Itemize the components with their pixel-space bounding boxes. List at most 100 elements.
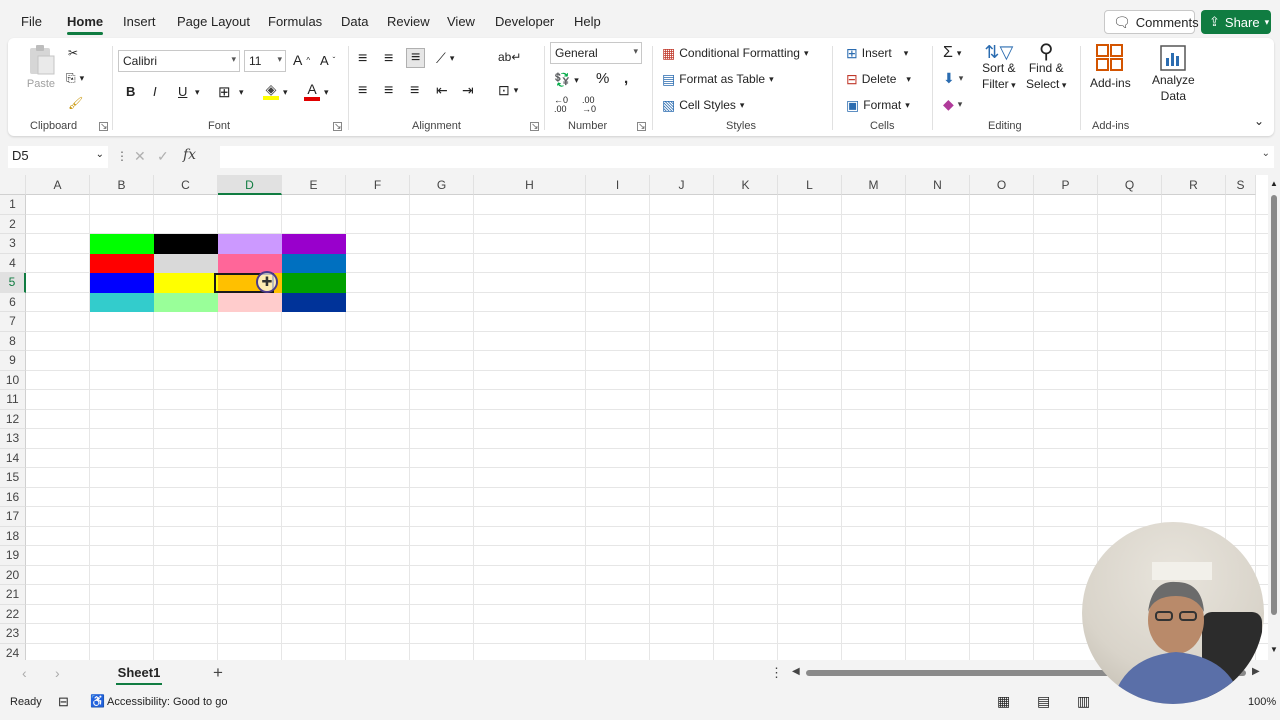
cell-e5[interactable] <box>282 273 346 293</box>
more-options-icon[interactable]: ⋮ <box>770 665 783 681</box>
row-header-13[interactable]: 13 <box>0 429 26 449</box>
insert-function-icon[interactable]: fx <box>183 147 196 163</box>
chevron-down-icon[interactable]: ▾ <box>195 87 200 98</box>
row-header-3[interactable]: 3 <box>0 234 26 254</box>
row-header-11[interactable]: 11 <box>0 390 26 410</box>
row-header-10[interactable]: 10 <box>0 370 26 390</box>
column-header-e[interactable]: E <box>282 175 346 195</box>
cell-e3[interactable] <box>282 234 346 254</box>
zoom-level[interactable]: 100% <box>1248 696 1276 708</box>
tab-insert[interactable]: Insert <box>123 14 156 29</box>
vertical-scrollbar[interactable]: ▲ ▼ <box>1268 175 1280 660</box>
tab-view[interactable]: View <box>447 14 475 29</box>
column-header-i[interactable]: I <box>586 175 650 195</box>
comments-button[interactable]: 🗨 Comments <box>1104 10 1199 34</box>
merge-center-icon[interactable]: ⊡ ▾ <box>498 82 518 99</box>
scroll-down-icon[interactable]: ▼ <box>1270 645 1278 654</box>
chevron-down-icon[interactable]: ▾ <box>324 87 329 98</box>
tab-page-layout[interactable]: Page Layout <box>177 14 250 29</box>
tab-formulas[interactable]: Formulas <box>268 14 322 29</box>
align-top-icon[interactable]: ≡ <box>358 50 367 68</box>
column-header-c[interactable]: C <box>154 175 218 195</box>
paste-button[interactable]: Paste <box>26 44 56 90</box>
copy-icon[interactable]: ⎘ ▾ <box>66 71 84 86</box>
increase-decimal-icon[interactable]: ←0.00 <box>554 96 568 114</box>
column-header-s[interactable]: S <box>1226 175 1256 195</box>
decrease-decimal-icon[interactable]: .00 →0 <box>582 96 596 114</box>
column-header-o[interactable]: O <box>970 175 1034 195</box>
delete-cells-button[interactable]: ⊟ Delete ▾ <box>846 72 911 86</box>
format-cells-button[interactable]: ▣ Format ▾ <box>846 98 910 112</box>
column-header-f[interactable]: F <box>346 175 410 195</box>
cell-d4[interactable] <box>218 253 282 273</box>
underline-button[interactable]: U <box>178 84 187 99</box>
row-header-17[interactable]: 17 <box>0 507 26 527</box>
analyze-data-button[interactable]: Analyze Data <box>1152 44 1195 104</box>
cell-c4[interactable] <box>154 253 218 273</box>
add-sheet-icon[interactable]: + <box>213 663 223 683</box>
row-header-9[interactable]: 9 <box>0 351 26 371</box>
conditional-formatting-button[interactable]: ▦ Conditional Formatting ▾ <box>662 46 809 60</box>
row-header-20[interactable]: 20 <box>0 565 26 585</box>
column-header-p[interactable]: P <box>1034 175 1098 195</box>
column-header-d[interactable]: D <box>218 175 282 195</box>
row-header-7[interactable]: 7 <box>0 312 26 332</box>
borders-icon[interactable]: ⊞ <box>218 83 231 101</box>
collapse-ribbon-icon[interactable]: ⌄ <box>1254 114 1264 128</box>
decrease-indent-icon[interactable]: ⇤ <box>436 82 448 99</box>
cell-b5[interactable] <box>90 273 154 293</box>
scroll-left-icon[interactable]: ◀ <box>792 666 800 677</box>
accessibility-icon[interactable]: ♿ <box>90 694 105 708</box>
bold-button[interactable]: B <box>126 84 135 99</box>
increase-indent-icon[interactable]: ⇥ <box>462 82 474 99</box>
cell-e6[interactable] <box>282 292 346 312</box>
column-header-l[interactable]: L <box>778 175 842 195</box>
chevron-down-icon[interactable]: ▾ <box>283 87 288 98</box>
next-sheet-icon[interactable]: › <box>55 665 60 681</box>
accessibility-status[interactable]: Accessibility: Good to go <box>107 696 227 708</box>
column-header-b[interactable]: B <box>90 175 154 195</box>
orientation-icon[interactable]: ⟋ ▾ <box>436 50 454 67</box>
tab-home[interactable]: Home <box>67 14 104 35</box>
column-header-h[interactable]: H <box>474 175 586 195</box>
row-header-23[interactable]: 23 <box>0 624 26 644</box>
clear-icon[interactable]: ◆ ▾ <box>943 96 962 113</box>
decrease-font-icon[interactable]: Aˇ <box>320 53 335 68</box>
expand-formula-icon[interactable]: ⌄ <box>1262 148 1270 159</box>
column-header-g[interactable]: G <box>410 175 474 195</box>
sort-filter-button[interactable]: ⇅▽ Sort & Filter ▾ <box>982 43 1016 93</box>
autosum-icon[interactable]: Σ ▾ <box>943 44 961 62</box>
fill-down-icon[interactable]: ⬇ ▾ <box>943 70 963 87</box>
row-header-6[interactable]: 6 <box>0 292 26 312</box>
more-options-icon[interactable]: ⋮ <box>116 149 128 163</box>
cell-b4[interactable] <box>90 253 154 273</box>
formula-input[interactable]: ⌄ <box>220 146 1274 168</box>
column-header-n[interactable]: N <box>906 175 970 195</box>
row-header-18[interactable]: 18 <box>0 526 26 546</box>
column-header-a[interactable]: A <box>26 175 90 195</box>
tab-data[interactable]: Data <box>341 14 368 29</box>
tab-help[interactable]: Help <box>574 14 601 29</box>
font-launcher-icon[interactable]: ↘ <box>333 122 342 131</box>
cut-icon[interactable]: ✂ <box>68 46 78 60</box>
cell-c6[interactable] <box>154 292 218 312</box>
row-header-14[interactable]: 14 <box>0 448 26 468</box>
fill-color-button[interactable]: ◈ <box>263 82 279 100</box>
column-header-j[interactable]: J <box>650 175 714 195</box>
cell-c3[interactable] <box>154 234 218 254</box>
row-header-24[interactable]: 24 <box>0 643 26 660</box>
comma-style-icon[interactable]: , <box>624 70 628 87</box>
row-header-22[interactable]: 22 <box>0 604 26 624</box>
row-header-21[interactable]: 21 <box>0 585 26 605</box>
prev-sheet-icon[interactable]: ‹ <box>22 665 27 681</box>
row-header-2[interactable]: 2 <box>0 214 26 234</box>
cell-e4[interactable] <box>282 253 346 273</box>
row-header-8[interactable]: 8 <box>0 331 26 351</box>
row-header-4[interactable]: 4 <box>0 253 26 273</box>
tab-developer[interactable]: Developer <box>495 14 554 29</box>
cell-b6[interactable] <box>90 292 154 312</box>
cell-c5[interactable] <box>154 273 218 293</box>
find-select-button[interactable]: ⚲ Find & Select ▾ <box>1026 42 1066 93</box>
share-button[interactable]: ⇪ Share ▾ <box>1201 10 1271 34</box>
align-left-icon[interactable]: ≡ <box>358 82 367 100</box>
